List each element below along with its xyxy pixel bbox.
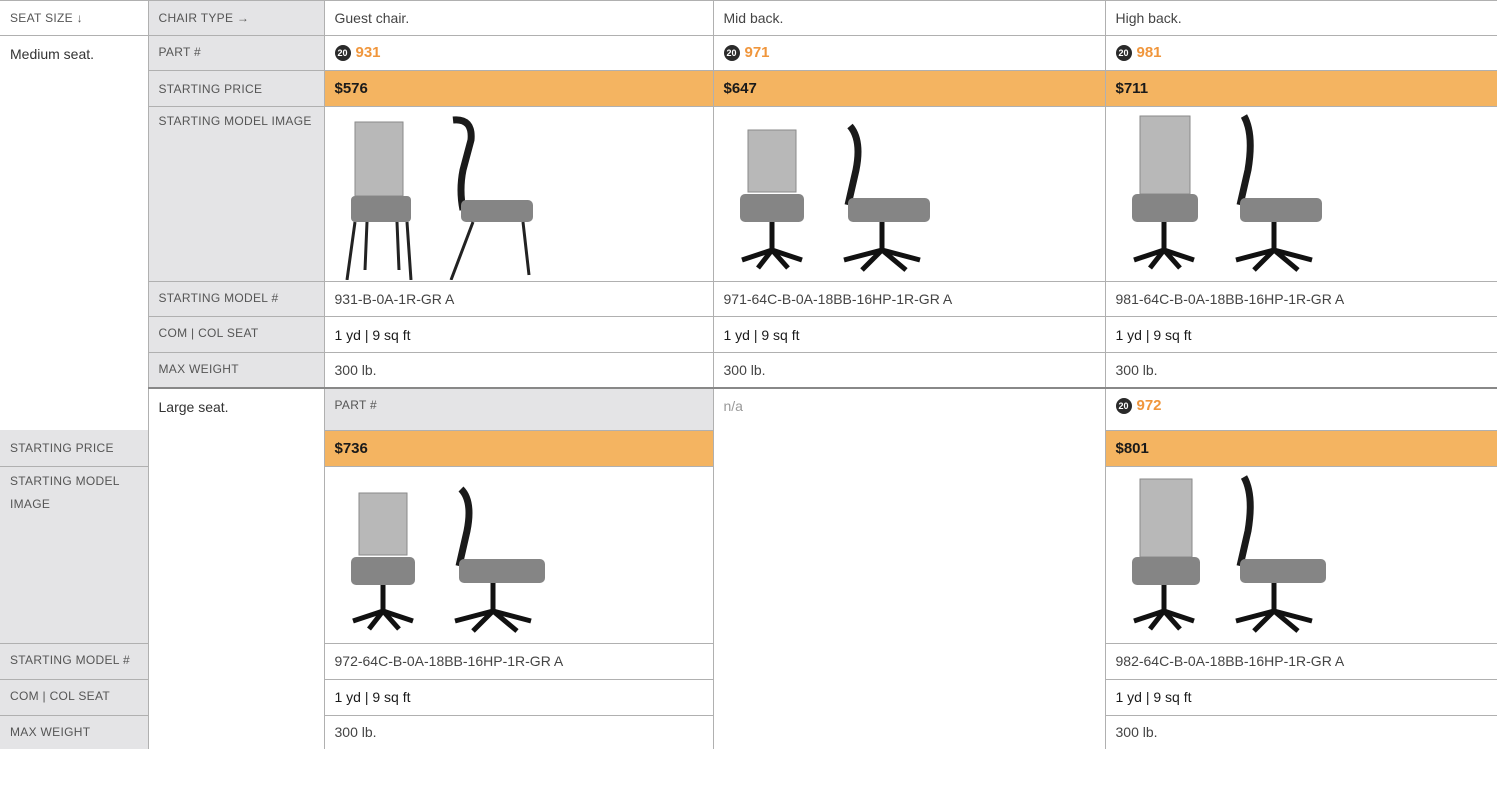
weight-value: 300 lb. (713, 352, 1106, 389)
model-number: 981-64C-B-0A-18BB-16HP-1R-GR A (1105, 281, 1497, 317)
mid-back-chair-image (713, 106, 1106, 282)
seat-size-header: SEAT SIZE ↓ (0, 0, 149, 36)
high-back-large-image (1105, 466, 1497, 644)
badge-icon: 20 (723, 45, 740, 61)
part-value: 981 (1136, 44, 1162, 61)
guest-na: n/a (713, 387, 1106, 749)
price-label: STARTING PRICE (0, 430, 149, 467)
image-label: STARTING MODEL IMAGE (148, 106, 325, 282)
model-label: STARTING MODEL # (0, 643, 149, 680)
com-value: 1 yd | 9 sq ft (713, 316, 1106, 353)
chair-spec-table: SEAT SIZE ↓ CHAIR TYPE → Guest chair. Mi… (0, 0, 1497, 749)
weight-value: 300 lb. (1105, 715, 1497, 749)
com-value: 1 yd | 9 sq ft (1105, 679, 1497, 716)
col-mid-back: Mid back. (713, 0, 1106, 36)
model-number: 982-64C-B-0A-18BB-16HP-1R-GR A (1105, 643, 1497, 680)
part-value: 972 (1136, 396, 1162, 414)
medium-price-row: STARTING PRICE $576 $647 $711 (0, 70, 1497, 107)
part-number: 20 972 (1105, 387, 1497, 431)
weight-value: 300 lb. (1105, 352, 1497, 389)
starting-price: $711 (1105, 70, 1497, 107)
mid-back-large-image (324, 466, 714, 644)
weight-value: 300 lb. (324, 715, 714, 749)
medium-weight-row: MAX WEIGHT 300 lb. 300 lb. 300 lb. (0, 352, 1497, 389)
large-part-row: Large seat. PART # n/a 20972 20982 (0, 387, 1497, 749)
col-guest-chair: Guest chair. (324, 0, 714, 36)
badge-icon: 20 (1115, 397, 1132, 414)
starting-price: $736 (324, 430, 714, 467)
model-label: STARTING MODEL # (148, 281, 325, 317)
part-value: 931 (355, 44, 381, 61)
chair-type-header: CHAIR TYPE → (148, 0, 325, 36)
badge-icon: 20 (1115, 45, 1132, 61)
part-number: 20 931 (324, 35, 714, 71)
part-value: 971 (744, 44, 770, 61)
com-value: 1 yd | 9 sq ft (1105, 316, 1497, 353)
weight-label: MAX WEIGHT (148, 352, 325, 389)
com-value: 1 yd | 9 sq ft (324, 679, 714, 716)
medium-com-row: COM | COL SEAT 1 yd | 9 sq ft 1 yd | 9 s… (0, 316, 1497, 353)
com-label: COM | COL SEAT (0, 679, 149, 716)
medium-seat-label: Medium seat. (0, 35, 149, 430)
model-number: 971-64C-B-0A-18BB-16HP-1R-GR A (713, 281, 1106, 317)
col-high-back: High back. (1105, 0, 1497, 36)
com-value: 1 yd | 9 sq ft (324, 316, 714, 353)
price-label: STARTING PRICE (148, 70, 325, 107)
high-back-chair-image (1105, 106, 1497, 282)
starting-price: $801 (1105, 430, 1497, 467)
badge-icon: 20 (334, 45, 351, 61)
part-number: 20 971 (713, 35, 1106, 71)
model-number: 931-B-0A-1R-GR A (324, 281, 714, 317)
com-label: COM | COL SEAT (148, 316, 325, 353)
part-label: PART # (324, 387, 714, 431)
image-label: STARTING MODEL IMAGE (0, 466, 149, 644)
medium-model-row: STARTING MODEL # 931-B-0A-1R-GR A 971-64… (0, 281, 1497, 317)
large-seat-label: Large seat. (148, 387, 325, 749)
starting-price: $647 (713, 70, 1106, 107)
weight-value: 300 lb. (324, 352, 714, 389)
starting-price: $576 (324, 70, 714, 107)
medium-part-row: Medium seat. PART # 20 931 20 971 20 981 (0, 35, 1497, 430)
weight-label: MAX WEIGHT (0, 715, 149, 749)
model-number: 972-64C-B-0A-18BB-16HP-1R-GR A (324, 643, 714, 680)
part-number: 20 981 (1105, 35, 1497, 71)
header-row: SEAT SIZE ↓ CHAIR TYPE → Guest chair. Mi… (0, 0, 1497, 36)
guest-chair-image (324, 106, 714, 282)
medium-image-row: STARTING MODEL IMAGE (0, 106, 1497, 282)
part-label: PART # (148, 35, 325, 71)
